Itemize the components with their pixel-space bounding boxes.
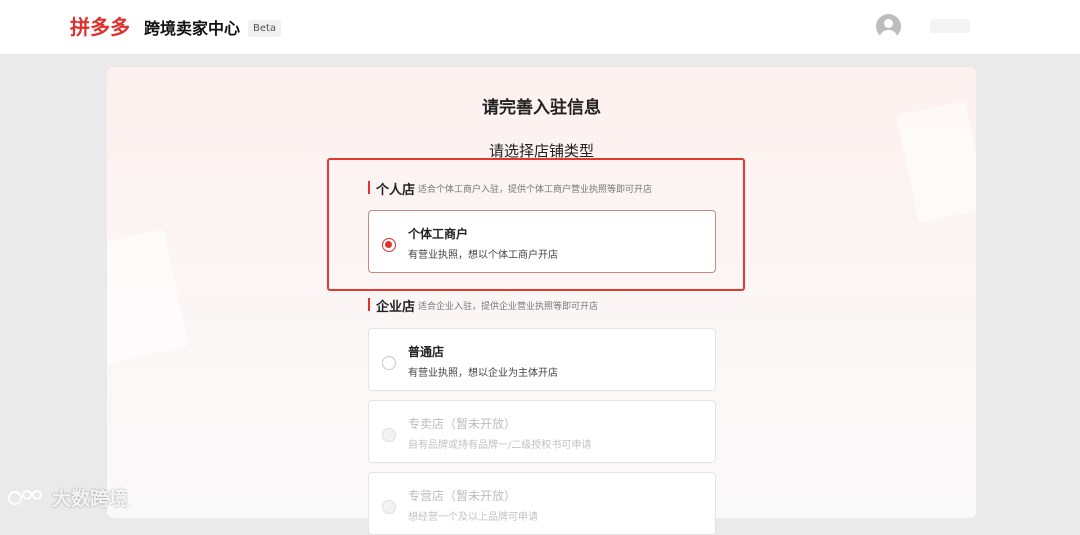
section-marker <box>368 298 370 311</box>
option-title: 专卖店（暂未开放） <box>408 417 517 431</box>
section-title-enterprise: 企业店 <box>376 300 416 315</box>
option-franchise-store: 专营店（暂未开放） 想经营一个及以上品牌可申请 <box>368 472 716 535</box>
radio-selected-icon[interactable] <box>382 238 396 252</box>
option-title: 个体工商户 <box>408 227 469 241</box>
brand-logo[interactable]: 拼多多 <box>70 14 130 40</box>
section-marker <box>368 181 370 194</box>
option-description: 自有品牌或持有品牌一/二级授权书可申请 <box>408 440 592 451</box>
watermark-logo-icon <box>8 490 42 505</box>
option-title: 专营店（暂未开放） <box>408 489 517 503</box>
radio-disabled-icon <box>382 428 396 442</box>
radio-unselected-icon[interactable] <box>382 356 396 370</box>
decorative-card <box>107 228 189 366</box>
user-name-placeholder[interactable] <box>930 19 970 33</box>
option-individual-business[interactable]: 个体工商户 有营业执照，想以个体工商户开店 <box>368 210 716 273</box>
page-title: 请完善入驻信息 <box>482 98 601 118</box>
option-specialty-store: 专卖店（暂未开放） 自有品牌或持有品牌一/二级授权书可申请 <box>368 400 716 463</box>
radio-disabled-icon <box>382 500 396 514</box>
top-header: 拼多多 跨境卖家中心 Beta <box>0 0 1080 55</box>
option-standard-store[interactable]: 普通店 有营业执照，想以企业为主体开店 <box>368 328 716 391</box>
option-description: 想经营一个及以上品牌可申请 <box>408 512 538 523</box>
section-title-personal: 个人店 <box>376 183 416 198</box>
center-title: 跨境卖家中心 <box>144 19 241 38</box>
decorative-card <box>896 100 976 224</box>
option-description: 有营业执照，想以个体工商户开店 <box>408 250 558 261</box>
option-description: 有营业执照，想以企业为主体开店 <box>408 368 558 379</box>
option-title: 普通店 <box>408 345 445 359</box>
beta-badge: Beta <box>248 20 282 37</box>
section-desc-personal: 适合个体工商户入驻，提供个体工商户营业执照等即可开店 <box>418 185 653 195</box>
section-desc-enterprise: 适合企业入驻，提供企业营业执照等即可开店 <box>418 302 599 312</box>
user-avatar-icon[interactable] <box>876 14 901 39</box>
watermark-text: 大数跨境 <box>52 488 129 510</box>
